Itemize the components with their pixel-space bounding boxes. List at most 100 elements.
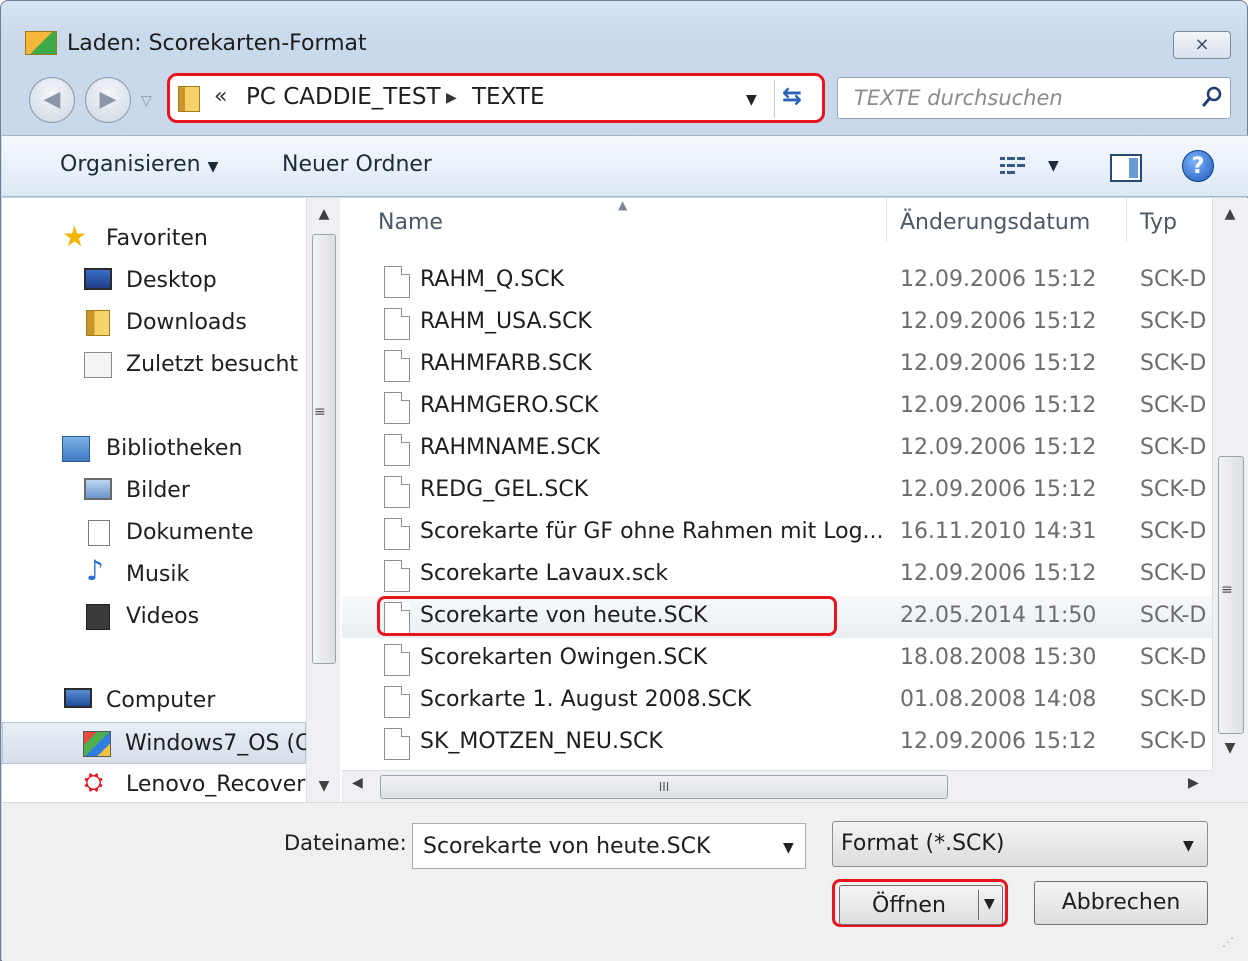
file-date: 18.08.2008 15:30 bbox=[900, 645, 1097, 670]
file-icon bbox=[384, 686, 410, 718]
nav-drive-c[interactable]: Windows7_OS (C bbox=[2, 722, 306, 764]
column-header-type[interactable]: Typ bbox=[1140, 198, 1177, 246]
split-divider bbox=[978, 890, 979, 920]
filename-dropdown-icon[interactable]: ▼ bbox=[783, 840, 794, 856]
column-header-name[interactable]: Name bbox=[378, 198, 443, 246]
breadcrumb-pc-caddie-test[interactable]: PC CADDIE_TEST bbox=[246, 84, 441, 110]
file-name: Scorekarte für GF ohne Rahmen mit Log... bbox=[420, 519, 884, 544]
nav-desktop[interactable]: Desktop bbox=[2, 260, 306, 302]
organize-menu[interactable]: Organisieren ▼ bbox=[60, 152, 218, 177]
file-row[interactable]: RAHM_Q.SCK 12.09.2006 15:12 SCK-D bbox=[342, 260, 1212, 302]
nav-recent[interactable]: Zuletzt besucht bbox=[2, 344, 306, 386]
nav-libraries[interactable]: Bibliotheken bbox=[2, 428, 306, 470]
recent-places-icon bbox=[84, 352, 112, 378]
file-row[interactable]: RAHMNAME.SCK 12.09.2006 15:12 SCK-D bbox=[342, 428, 1212, 470]
file-row[interactable]: Scorkarte 1. August 2008.SCK 01.08.2008 1… bbox=[342, 680, 1212, 722]
close-button[interactable]: ⨯ bbox=[1173, 31, 1231, 59]
file-row[interactable]: Scorekarte Lavaux.sck 12.09.2006 15:12 SCK… bbox=[342, 554, 1212, 596]
nav-drive-recovery[interactable]: ⛭ Lenovo_Recovery bbox=[2, 764, 306, 802]
scroll-up-icon[interactable]: ▲ bbox=[307, 200, 341, 228]
forward-arrow-icon: ▶ bbox=[99, 87, 117, 112]
file-type-value: Format (*.SCK) bbox=[841, 831, 1005, 856]
view-options-icon[interactable] bbox=[998, 154, 1028, 178]
filename-input[interactable]: Scorekarte von heute.SCK ▼ bbox=[412, 823, 806, 869]
preview-pane-icon[interactable] bbox=[1110, 154, 1142, 182]
file-type: SCK-D bbox=[1140, 477, 1207, 502]
file-list: ▲ Name Änderungsdatum Typ RAHM_Q.SCK 12.0… bbox=[342, 198, 1212, 770]
open-options-dropdown-icon[interactable]: ▼ bbox=[984, 896, 995, 912]
nav-documents[interactable]: Dokumente bbox=[2, 512, 306, 554]
scrollbar-thumb[interactable]: III bbox=[380, 775, 948, 799]
file-row[interactable]: RAHMGERO.SCK 12.09.2006 15:12 SCK-D bbox=[342, 386, 1212, 428]
cancel-button[interactable]: Abbrechen bbox=[1034, 881, 1208, 925]
file-date: 12.09.2006 15:12 bbox=[900, 729, 1097, 754]
back-button[interactable]: ◀ bbox=[29, 77, 75, 123]
nav-videos[interactable]: Videos bbox=[2, 596, 306, 638]
file-name: SK_MOTZEN_NEU.SCK bbox=[420, 729, 663, 754]
windows-drive-icon bbox=[83, 731, 111, 757]
file-date: 12.09.2006 15:12 bbox=[900, 309, 1097, 334]
nav-videos-label: Videos bbox=[126, 604, 200, 629]
scroll-up-icon[interactable]: ▲ bbox=[1213, 200, 1247, 228]
breadcrumb-separator-icon[interactable]: ▶ bbox=[446, 90, 457, 106]
file-row[interactable]: Scorekarten Owingen.SCK 18.08.2008 15:30 S… bbox=[342, 638, 1212, 680]
file-type: SCK-D bbox=[1140, 561, 1207, 586]
nav-drive-recovery-label: Lenovo_Recovery bbox=[126, 772, 306, 797]
recent-locations-dropdown-icon[interactable]: ▽ bbox=[141, 93, 152, 109]
address-dropdown-icon[interactable]: ▼ bbox=[746, 92, 757, 108]
file-date: 12.09.2006 15:12 bbox=[900, 267, 1097, 292]
column-header-date[interactable]: Änderungsdatum bbox=[900, 198, 1090, 246]
nav-pictures-label: Bilder bbox=[126, 478, 190, 503]
scroll-down-icon[interactable]: ▼ bbox=[1213, 734, 1247, 762]
file-name: RAHMFARB.SCK bbox=[420, 351, 592, 376]
file-list-vertical-scrollbar[interactable]: ▲ ≡ ▼ bbox=[1212, 198, 1248, 770]
file-date: 12.09.2006 15:12 bbox=[900, 435, 1097, 460]
nav-downloads[interactable]: Downloads bbox=[2, 302, 306, 344]
file-name: RAHM_Q.SCK bbox=[420, 267, 565, 292]
selected-file-highlight bbox=[377, 596, 837, 636]
column-divider[interactable] bbox=[1126, 198, 1127, 242]
address-overflow[interactable]: « bbox=[214, 84, 227, 109]
scroll-right-icon[interactable]: ▶ bbox=[1188, 775, 1199, 791]
file-type-select[interactable]: Format (*.SCK) ▼ bbox=[832, 821, 1208, 867]
scrollbar-thumb[interactable] bbox=[312, 234, 336, 664]
file-row[interactable]: SK_MOTZEN_NEU.SCK 12.09.2006 15:12 SCK-D bbox=[342, 722, 1212, 764]
file-icon bbox=[384, 350, 410, 382]
new-folder-button[interactable]: Neuer Ordner bbox=[282, 152, 432, 177]
resize-grip-icon[interactable]: ⋰ bbox=[1222, 935, 1234, 949]
file-list-horizontal-scrollbar[interactable]: ◀ III ▶ bbox=[342, 770, 1212, 802]
file-date: 12.09.2006 15:12 bbox=[900, 351, 1097, 376]
file-date: 22.05.2014 11:50 bbox=[900, 603, 1097, 628]
file-row[interactable]: RAHM_USA.SCK 12.09.2006 15:12 SCK-D bbox=[342, 302, 1212, 344]
scroll-left-icon[interactable]: ◀ bbox=[352, 775, 363, 791]
file-date: 12.09.2006 15:12 bbox=[900, 393, 1097, 418]
file-icon bbox=[384, 308, 410, 340]
search-icon[interactable] bbox=[1202, 86, 1222, 108]
file-row[interactable]: Scorekarte für GF ohne Rahmen mit Log...… bbox=[342, 512, 1212, 554]
nav-computer-label: Computer bbox=[106, 688, 216, 713]
file-row[interactable]: RAHMFARB.SCK 12.09.2006 15:12 SCK-D bbox=[342, 344, 1212, 386]
nav-pictures[interactable]: Bilder bbox=[2, 470, 306, 512]
file-icon bbox=[384, 434, 410, 466]
file-date: 12.09.2006 15:12 bbox=[900, 477, 1097, 502]
address-bar[interactable]: « PC CADDIE_TEST ▶ TEXTE ▼ ⇆ bbox=[167, 73, 825, 123]
open-button[interactable]: Öffnen ▼ bbox=[839, 885, 1003, 925]
open-button-highlight: Öffnen ▼ bbox=[832, 879, 1008, 927]
navigation-pane-scrollbar[interactable]: ▲ ≡ ▼ bbox=[306, 198, 340, 802]
breadcrumb-texte[interactable]: TEXTE bbox=[472, 84, 545, 110]
help-icon[interactable]: ? bbox=[1182, 150, 1214, 182]
file-icon bbox=[384, 560, 410, 592]
file-type-dropdown-icon[interactable]: ▼ bbox=[1183, 838, 1194, 854]
view-dropdown-icon[interactable]: ▼ bbox=[1048, 158, 1059, 174]
nav-music[interactable]: ♪ Musik bbox=[2, 554, 306, 596]
search-box[interactable]: TEXTE durchsuchen bbox=[837, 77, 1231, 119]
refresh-icon[interactable]: ⇆ bbox=[782, 82, 802, 110]
scroll-down-icon[interactable]: ▼ bbox=[307, 772, 341, 800]
column-divider[interactable] bbox=[886, 198, 887, 242]
nav-favorites[interactable]: ★ Favoriten bbox=[2, 218, 306, 260]
file-date: 16.11.2010 14:31 bbox=[900, 519, 1097, 544]
file-row[interactable]: REDG_GEL.SCK 12.09.2006 15:12 SCK-D bbox=[342, 470, 1212, 512]
forward-button[interactable]: ▶ bbox=[85, 77, 131, 123]
dialog-footer: Dateiname: Scorekarte von heute.SCK ▼ Fo… bbox=[2, 802, 1248, 961]
nav-computer[interactable]: Computer bbox=[2, 680, 306, 722]
